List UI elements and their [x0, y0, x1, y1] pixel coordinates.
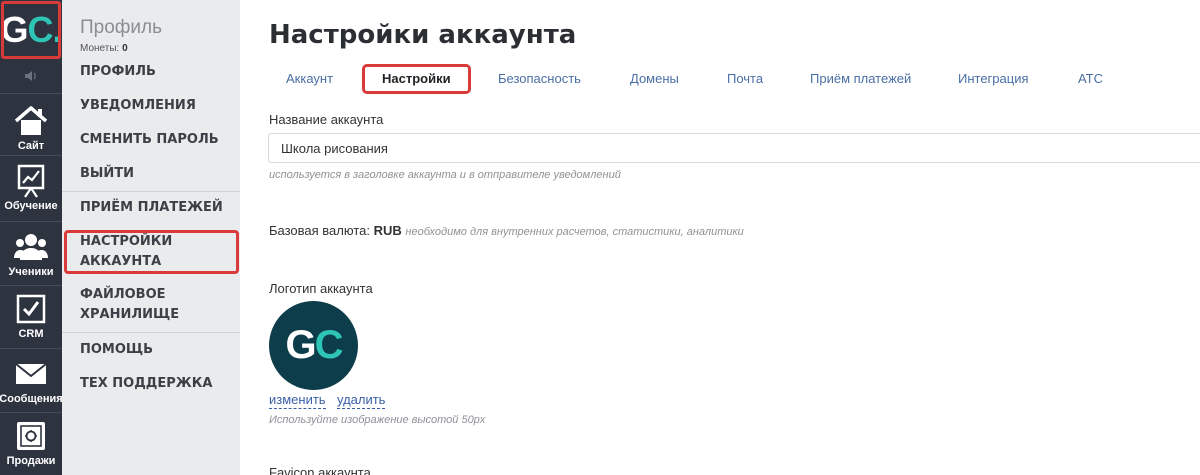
sidebar-item-notifications[interactable]: УВЕДОМЛЕНИЯ	[80, 96, 230, 116]
rail-divider	[0, 348, 62, 349]
rail-item-students[interactable]: Ученики	[0, 229, 62, 278]
sidebar-item-support[interactable]: ТЕХ ПОДДЕРЖКА	[80, 374, 230, 394]
users-icon	[13, 229, 49, 265]
rail-divider	[0, 221, 62, 222]
checkbox-icon	[13, 291, 49, 327]
account-name-hint: используется в заголовке аккаунта и в от…	[269, 169, 621, 181]
sidebar-divider	[62, 191, 240, 192]
page-title: Настройки аккаунта	[269, 20, 577, 50]
account-name-input[interactable]	[268, 133, 1200, 163]
delete-logo-link[interactable]: удалить	[337, 392, 386, 409]
base-currency: Базовая валюта: RUB необходимо для внутр…	[269, 223, 744, 238]
sidebar-divider	[62, 332, 240, 333]
rail-item-label: Сообщения	[0, 393, 63, 405]
rail-divider	[0, 285, 62, 286]
logo-highlight-frame	[1, 1, 61, 59]
sidebar-item-profile[interactable]: ПРОФИЛЬ	[80, 62, 230, 82]
rail-divider	[0, 155, 62, 156]
logo-hint: Используйте изображение высотой 50px	[269, 414, 486, 426]
tab-security[interactable]: Безопасность	[498, 64, 581, 94]
envelope-icon	[13, 356, 49, 392]
safe-icon	[13, 418, 49, 454]
rail-item-sales[interactable]: Продажи	[0, 418, 62, 467]
rail-divider	[0, 412, 62, 413]
sidebar-item-change-password[interactable]: СМЕНИТЬ ПАРОЛЬ	[80, 130, 230, 150]
tab-integration[interactable]: Интеграция	[958, 64, 1029, 94]
rail-divider	[0, 93, 62, 94]
chart-board-icon	[13, 163, 49, 199]
account-logo-label: Логотип аккаунта	[269, 281, 373, 296]
main-content: Настройки аккаунта Аккаунт Настройки Без…	[240, 0, 1200, 475]
coins-counter: Монеты: 0	[80, 43, 128, 54]
currency-label: Базовая валюта:	[269, 223, 370, 238]
sidebar-item-payments[interactable]: ПРИЁМ ПЛАТЕЖЕЙ	[80, 198, 230, 218]
account-name-label: Название аккаунта	[269, 112, 384, 127]
tab-account[interactable]: Аккаунт	[286, 64, 333, 94]
sidebar-item-file-storage[interactable]: ФАЙЛОВОЕ ХРАНИЛИЩЕ	[80, 285, 230, 325]
rail-item-messages[interactable]: Сообщения	[0, 356, 63, 405]
currency-value: RUB	[373, 223, 402, 238]
sound-icon[interactable]	[0, 63, 62, 89]
rail-item-label: Продажи	[6, 455, 56, 467]
rail-item-label: Ученики	[8, 266, 54, 278]
tab-settings[interactable]: Настройки	[362, 64, 471, 94]
account-logo-text: GC	[285, 323, 343, 367]
sidebar-title: Профиль	[80, 17, 163, 38]
icon-rail: GC. Сайт Обучение Ученики CRM Сообщения …	[0, 0, 63, 475]
tab-mail[interactable]: Почта	[727, 64, 763, 94]
favicon-label: Favicon аккаунта	[269, 465, 371, 475]
rail-item-site[interactable]: Сайт	[0, 103, 62, 152]
rail-item-crm[interactable]: CRM	[0, 291, 62, 340]
account-logo-image: GC	[269, 301, 358, 390]
rail-item-label: Сайт	[17, 140, 45, 152]
tab-payments[interactable]: Приём платежей	[810, 64, 911, 94]
rail-item-label: CRM	[18, 328, 44, 340]
sidebar-item-help[interactable]: ПОМОЩЬ	[80, 340, 230, 360]
tab-domains[interactable]: Домены	[630, 64, 679, 94]
house-icon	[13, 103, 49, 139]
sidebar-highlight-frame	[64, 230, 239, 274]
settings-tabs: Аккаунт Настройки Безопасность Домены По…	[269, 64, 1200, 94]
currency-hint: необходимо для внутренних расчетов, стат…	[405, 226, 744, 238]
sidebar-item-logout[interactable]: ВЫЙТИ	[80, 164, 230, 184]
tab-pbx[interactable]: АТС	[1078, 64, 1103, 94]
change-logo-link[interactable]: изменить	[269, 392, 326, 409]
rail-item-learning[interactable]: Обучение	[0, 163, 62, 212]
rail-item-label: Обучение	[4, 200, 58, 212]
